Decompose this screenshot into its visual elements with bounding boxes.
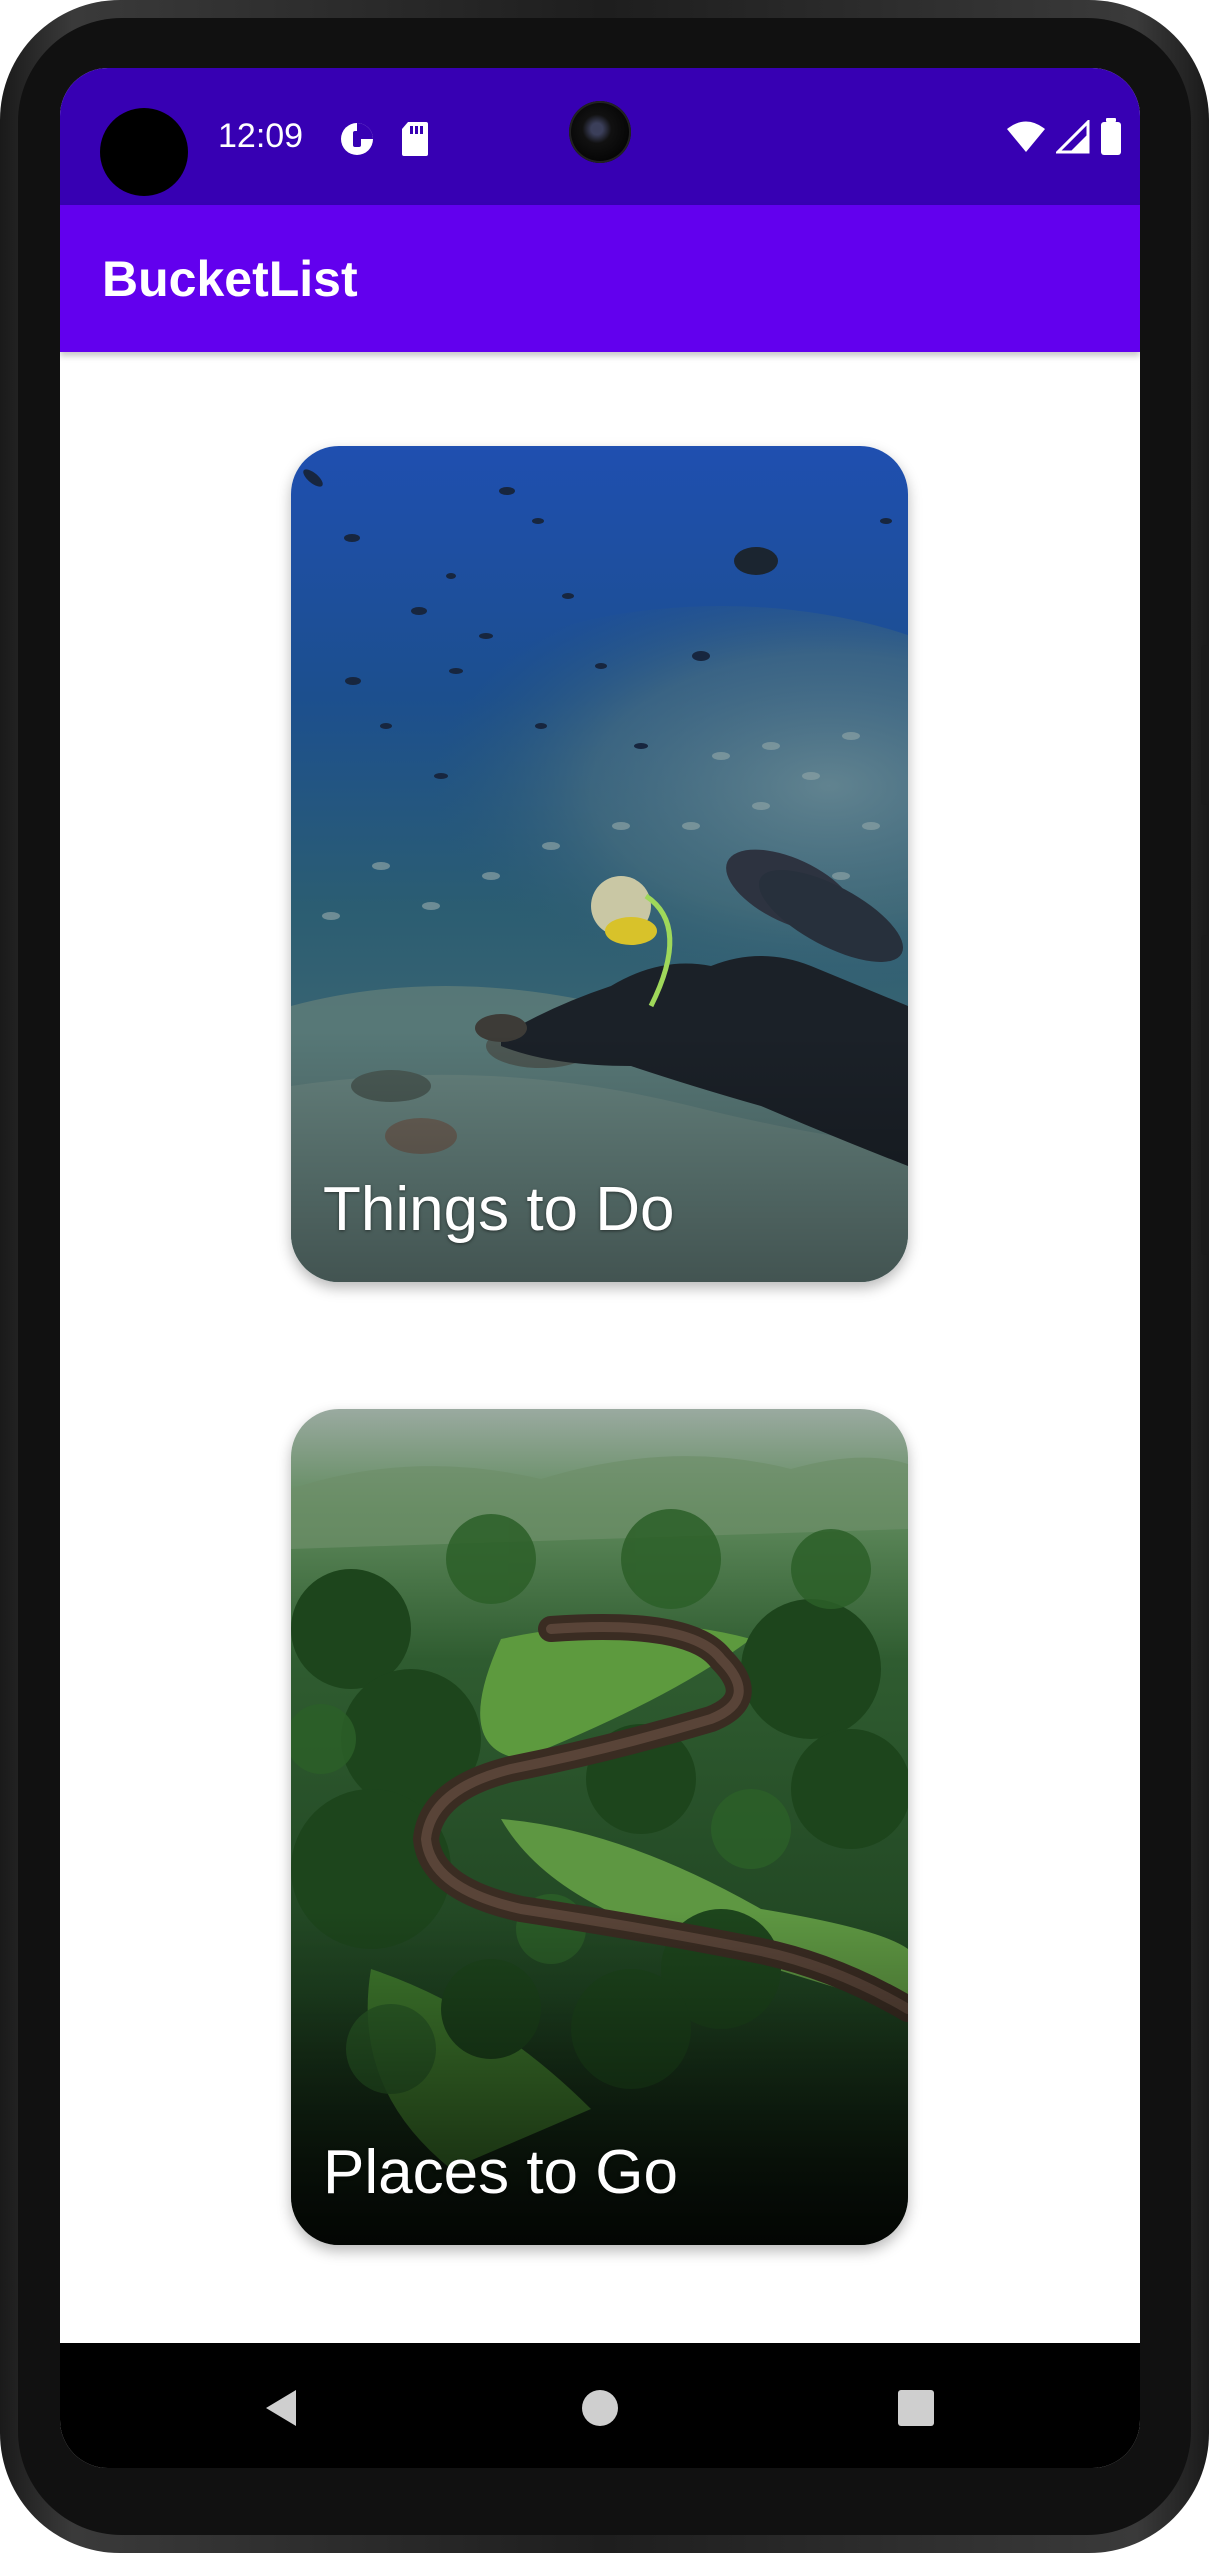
- status-bar: 12:09: [60, 68, 1140, 205]
- phone-frame: 12:09 BucketList Things to Do Places to …: [0, 0, 1209, 2553]
- screen: 12:09 BucketList Things to Do Places to …: [60, 68, 1140, 2468]
- scuba-diver-with-fish-photo: [291, 446, 908, 1282]
- power-button: [1201, 645, 1209, 805]
- cell-signal-icon: [1054, 118, 1090, 159]
- things-to-do-card[interactable]: Things to Do: [291, 446, 908, 1282]
- status-icons-right: [1006, 118, 1122, 161]
- card-label: Things to Do: [323, 1175, 675, 1244]
- app-bar: BucketList: [60, 205, 1140, 352]
- status-time: 12:09: [218, 117, 304, 155]
- recents-icon[interactable]: [886, 2378, 946, 2438]
- home-icon[interactable]: [570, 2378, 630, 2438]
- back-icon[interactable]: [256, 2378, 316, 2438]
- wifi-icon: [1006, 120, 1046, 159]
- river-through-forest-aerial-photo: [291, 1409, 908, 2245]
- places-to-go-card[interactable]: Places to Go: [291, 1409, 908, 2245]
- navigation-bar: [60, 2343, 1140, 2468]
- camera-cutout: [100, 108, 188, 196]
- volume-button: [1201, 935, 1209, 1255]
- sd-card-icon: [400, 120, 430, 163]
- front-camera: [569, 101, 631, 163]
- card-label: Places to Go: [323, 2138, 678, 2207]
- app-title: BucketList: [102, 251, 358, 307]
- data-saver-icon: [338, 120, 376, 163]
- battery-icon: [1100, 118, 1122, 161]
